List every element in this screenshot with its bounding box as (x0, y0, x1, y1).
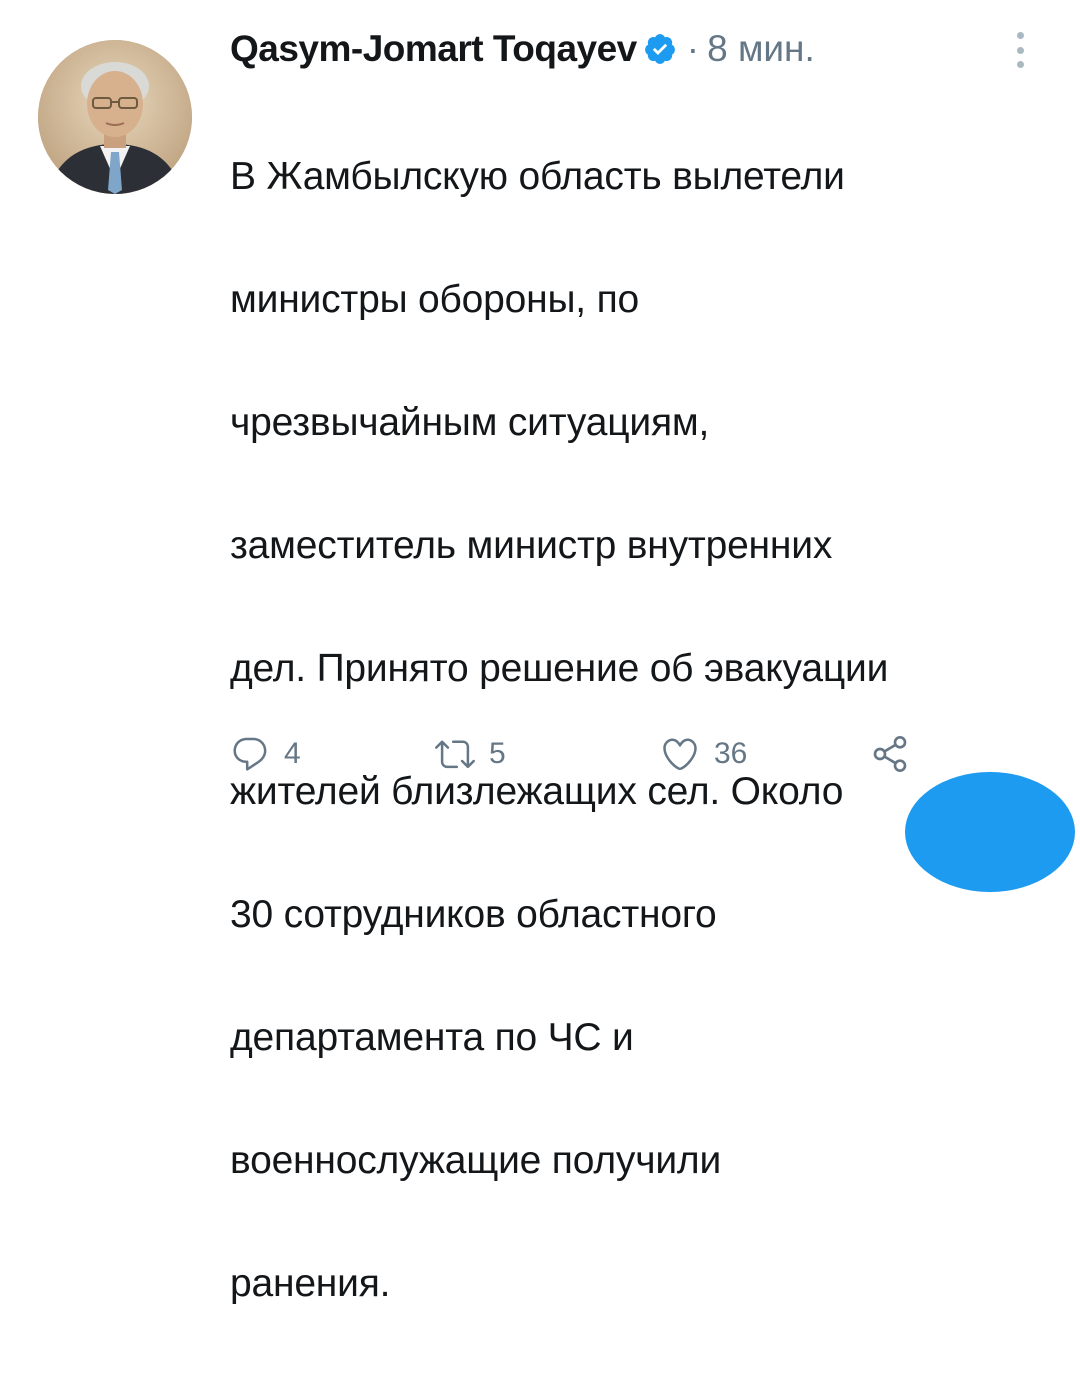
tweet-text-line: заместитель министр внутренних (230, 523, 833, 567)
comment-icon (230, 734, 270, 774)
tweet-text-line: В Жамбылскую область вылетели (230, 154, 845, 198)
like-count: 36 (714, 737, 748, 770)
share-button[interactable] (870, 728, 910, 780)
tweet-text-line: чрезвычайным ситуациям, (230, 400, 710, 444)
compose-tweet-button[interactable] (905, 772, 1075, 892)
avatar[interactable] (38, 40, 192, 194)
avatar-photo (38, 40, 192, 194)
retweet-count: 5 (489, 737, 506, 770)
retweet-button[interactable]: 5 (435, 728, 506, 780)
tweet-text-line: дел. Принято решение об эвакуации (230, 646, 889, 690)
tweet-text-line: военнослужащие получили (230, 1138, 722, 1182)
tweet-header: Qasym-Jomart Toqayev · 8 мин. (230, 22, 815, 76)
share-icon (870, 734, 910, 774)
like-button[interactable]: 36 (660, 728, 747, 780)
reply-count: 4 (284, 737, 301, 770)
tweet-text-line: министры обороны, по (230, 277, 639, 321)
tweet-actions: 4 5 36 (230, 728, 990, 780)
tweet[interactable]: Qasym-Jomart Toqayev · 8 мин. В Жамбылск… (0, 0, 1080, 1305)
retweet-icon (435, 734, 475, 774)
more-vertical-icon[interactable] (1008, 30, 1032, 70)
tweet-text-line: ранения. (230, 1261, 391, 1305)
tweet-timestamp[interactable]: 8 мин. (707, 28, 815, 70)
verified-badge-icon (643, 32, 677, 66)
reply-button[interactable]: 4 (230, 728, 301, 780)
header-separator: · (686, 28, 700, 69)
author-name[interactable]: Qasym-Jomart Toqayev (230, 28, 637, 70)
tweet-text-line: 30 сотрудников областного (230, 892, 717, 936)
tweet-text-line: департамента по ЧС и (230, 1015, 634, 1059)
heart-icon (660, 734, 700, 774)
